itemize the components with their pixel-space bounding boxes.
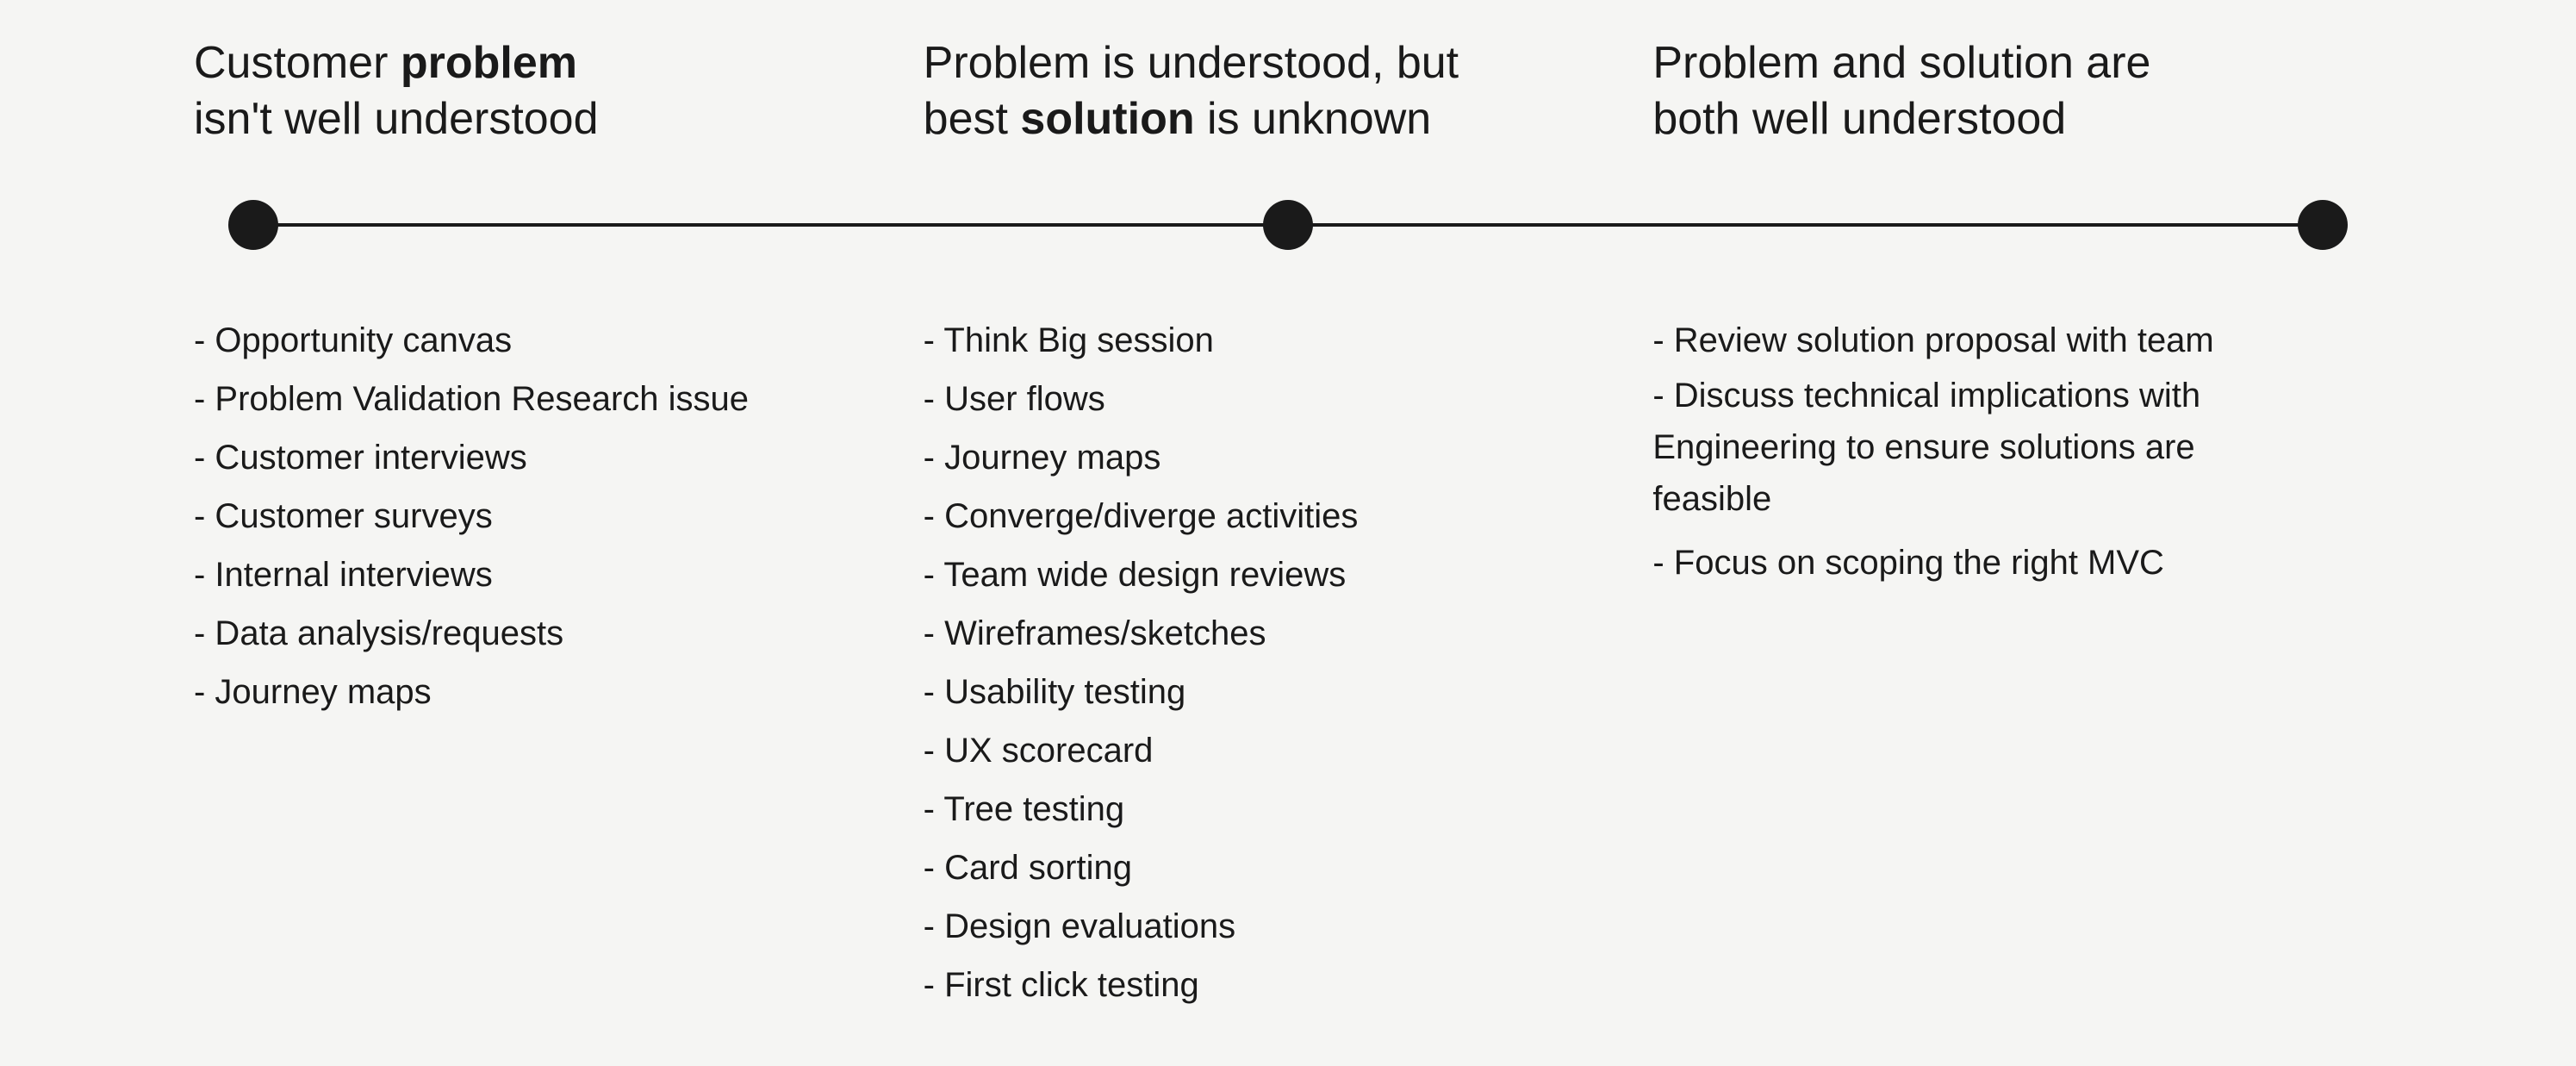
content-col-1: - Opportunity canvas - Problem Validatio… [194, 311, 924, 721]
list-item: - Card sorting [924, 838, 1653, 897]
list-item: - Customer interviews [194, 428, 924, 487]
list-item: - Focus on scoping the right MVC [1652, 533, 2382, 592]
list-item: - First click testing [924, 956, 1653, 1014]
list-item: - Review solution proposal with team [1652, 311, 2382, 370]
dot-left [228, 200, 278, 250]
list-item: - Journey maps [194, 663, 924, 721]
content-col-3: - Review solution proposal with team - D… [1652, 311, 2382, 592]
list-item: - Think Big session [924, 311, 1653, 370]
list-item: - Tree testing [924, 780, 1653, 838]
heading-col-3: Problem and solution areboth well unders… [1652, 35, 2382, 147]
list-item: - Internal interviews [194, 545, 924, 604]
list-item: - Team wide design reviews [924, 545, 1653, 604]
list-item: - Discuss technical implications withEng… [1652, 370, 2382, 525]
list-item: - User flows [924, 370, 1653, 428]
list-item: - Data analysis/requests [194, 604, 924, 663]
list-item: - Problem Validation Research issue [194, 370, 924, 428]
dot-middle [1263, 200, 1313, 250]
list-item: - Usability testing [924, 663, 1653, 721]
content-col-2: - Think Big session - User flows - Journ… [924, 311, 1653, 1014]
headings-row: Customer problemisn't well understood Pr… [194, 35, 2382, 147]
heading-col-2: Problem is understood, butbest solution … [924, 35, 1653, 147]
heading-col-2-bold: solution [1020, 94, 1194, 144]
dot-right [2298, 200, 2348, 250]
list-item: - Journey maps [924, 428, 1653, 487]
list-item: - Opportunity canvas [194, 311, 924, 370]
list-item: - Wireframes/sketches [924, 604, 1653, 663]
content-row: - Opportunity canvas - Problem Validatio… [194, 311, 2382, 1014]
list-item: - Design evaluations [924, 897, 1653, 956]
main-container: Customer problemisn't well understood Pr… [125, 0, 2451, 1066]
heading-col-1: Customer problemisn't well understood [194, 35, 924, 147]
timeline-row [194, 199, 2382, 251]
heading-col-1-bold: problem [401, 38, 577, 88]
list-item: - Converge/diverge activities [924, 487, 1653, 545]
list-item: - Customer surveys [194, 487, 924, 545]
list-item: - UX scorecard [924, 721, 1653, 780]
